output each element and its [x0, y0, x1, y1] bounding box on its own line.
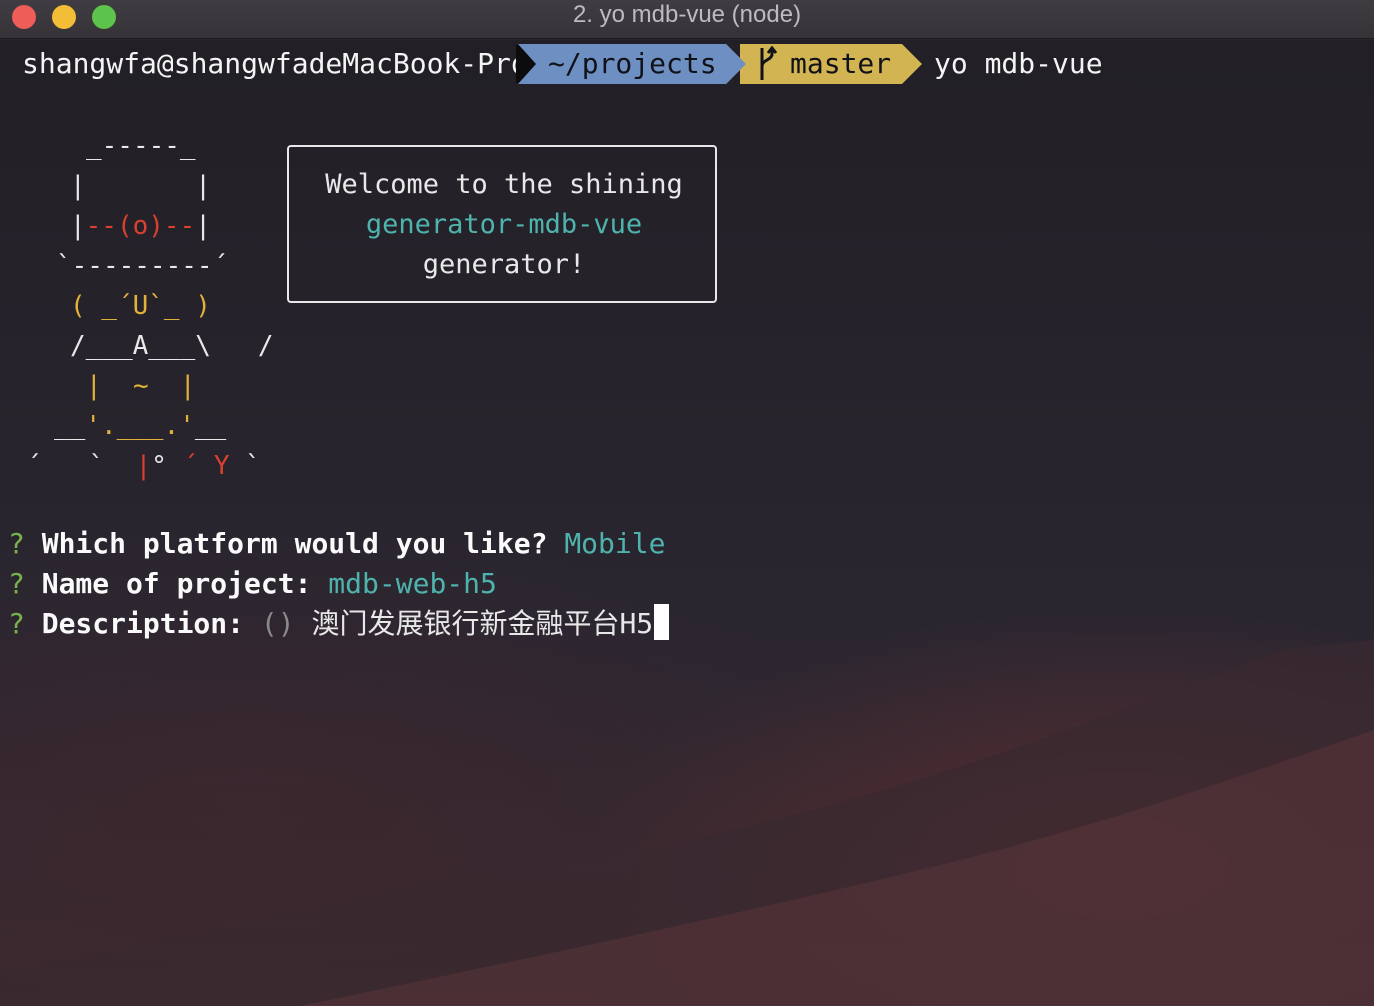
prompt-separator-arrow [518, 44, 536, 84]
art-line: | ~ | [86, 371, 196, 401]
art-fragment: __ [54, 411, 86, 441]
art-line: | | [70, 171, 211, 201]
window-title: 2. yo mdb-vue (node) [572, 1, 802, 28]
question-text: Description: [41, 607, 245, 640]
question-mark: ? [8, 527, 25, 560]
art-fragment: | [195, 211, 211, 241]
welcome-line: Welcome to the shining [325, 169, 683, 200]
art-line: `---------´ [56, 251, 229, 281]
art-fragment: ° [151, 451, 183, 481]
welcome-message-box: Welcome to the shining generator-mdb-vue… [287, 145, 717, 303]
art-fragment: | [70, 211, 86, 241]
text-cursor [654, 604, 670, 640]
welcome-generator-name: generator-mdb-vue [365, 209, 643, 240]
art-fragment: ` [229, 451, 261, 481]
art-line: ( _´U`_ ) [70, 291, 211, 321]
question-text: Which platform would you like? [41, 527, 548, 560]
description-input[interactable]: 澳门发展银行新金融平台H5 [311, 607, 653, 640]
git-branch-icon [760, 46, 778, 80]
art-fragment: ´ ` [26, 451, 136, 481]
art-line: ´ ` |° ´ Y ` [26, 446, 261, 486]
prompt-separator-arrow [902, 44, 922, 84]
question-answer: Mobile [564, 527, 666, 560]
question-platform: ? Which platform would you like? Mobile [8, 524, 665, 564]
art-line: _-----_ [86, 131, 196, 161]
art-fragment: | [135, 451, 152, 481]
question-default-hint: () [260, 607, 295, 640]
art-fragment: ´ Y [182, 451, 230, 481]
wallpaper-mountain [0, 640, 1374, 1006]
question-answer: mdb-web-h5 [328, 567, 497, 600]
question-description[interactable]: ? Description: () 澳门发展银行新金融平台H5 [8, 604, 670, 644]
question-project-name: ? Name of project: mdb-web-h5 [8, 564, 497, 604]
art-fragment: --(o)-- [85, 211, 196, 241]
prompt-separator-arrow [726, 44, 746, 84]
art-line: /___A___\ / [70, 331, 274, 361]
art-line: __'.___.'__ [54, 406, 226, 446]
prompt-user-host: shangwfa@shangwfadeMacBook-Pro [22, 47, 528, 80]
prompt-directory: ~/projects [548, 47, 717, 80]
window-titlebar: 2. yo mdb-vue (node) [0, 0, 1374, 39]
welcome-line: generator! [422, 249, 586, 280]
prompt-branch: master [790, 47, 892, 80]
art-line: |--(o)--| [70, 206, 211, 246]
art-fragment: '.___.' [85, 411, 195, 441]
art-fragment: __ [194, 411, 227, 441]
question-mark: ? [8, 607, 25, 640]
question-text: Name of project: [41, 567, 312, 600]
prompt-command: yo mdb-vue [934, 47, 1103, 80]
question-mark: ? [8, 567, 25, 600]
